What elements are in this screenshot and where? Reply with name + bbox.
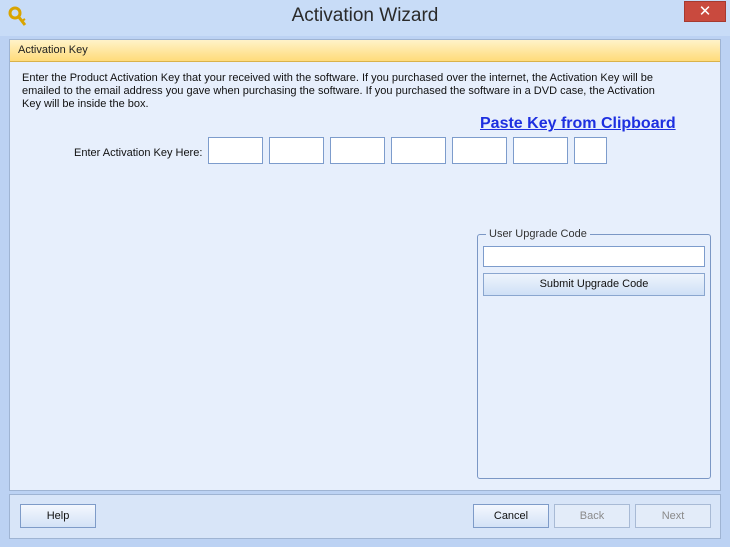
activation-key-label: Enter Activation Key Here:: [74, 147, 203, 159]
upgrade-code-legend: User Upgrade Code: [486, 228, 590, 240]
upgrade-code-input[interactable]: [483, 246, 705, 267]
key-segment-4[interactable]: [391, 137, 446, 164]
key-segment-2[interactable]: [269, 137, 324, 164]
footer-bar: Help Cancel Back Next: [9, 494, 721, 539]
key-segment-6[interactable]: [513, 137, 568, 164]
close-button[interactable]: ✕: [684, 1, 726, 22]
cancel-button[interactable]: Cancel: [473, 504, 549, 528]
key-segment-1[interactable]: [208, 137, 263, 164]
panel-header-title: Activation Key: [18, 44, 88, 56]
back-button[interactable]: Back: [554, 504, 630, 528]
activation-key-panel: Activation Key Enter the Product Activat…: [9, 39, 721, 491]
submit-upgrade-code-button[interactable]: Submit Upgrade Code: [483, 273, 705, 296]
key-segment-5[interactable]: [452, 137, 507, 164]
window-title: Activation Wizard: [291, 5, 439, 26]
title-bar: Activation Wizard ✕: [0, 0, 730, 36]
next-button[interactable]: Next: [635, 504, 711, 528]
activation-wizard-window: Activation Wizard ✕ Activation Key Enter…: [0, 0, 730, 547]
instructions-text: Enter the Product Activation Key that yo…: [22, 72, 655, 110]
paste-key-link[interactable]: Paste Key from Clipboard: [480, 115, 676, 133]
panel-header: Activation Key: [10, 40, 720, 62]
key-segment-7[interactable]: [574, 137, 607, 164]
key-segment-3[interactable]: [330, 137, 385, 164]
upgrade-code-group: [477, 234, 711, 479]
help-button[interactable]: Help: [20, 504, 96, 528]
